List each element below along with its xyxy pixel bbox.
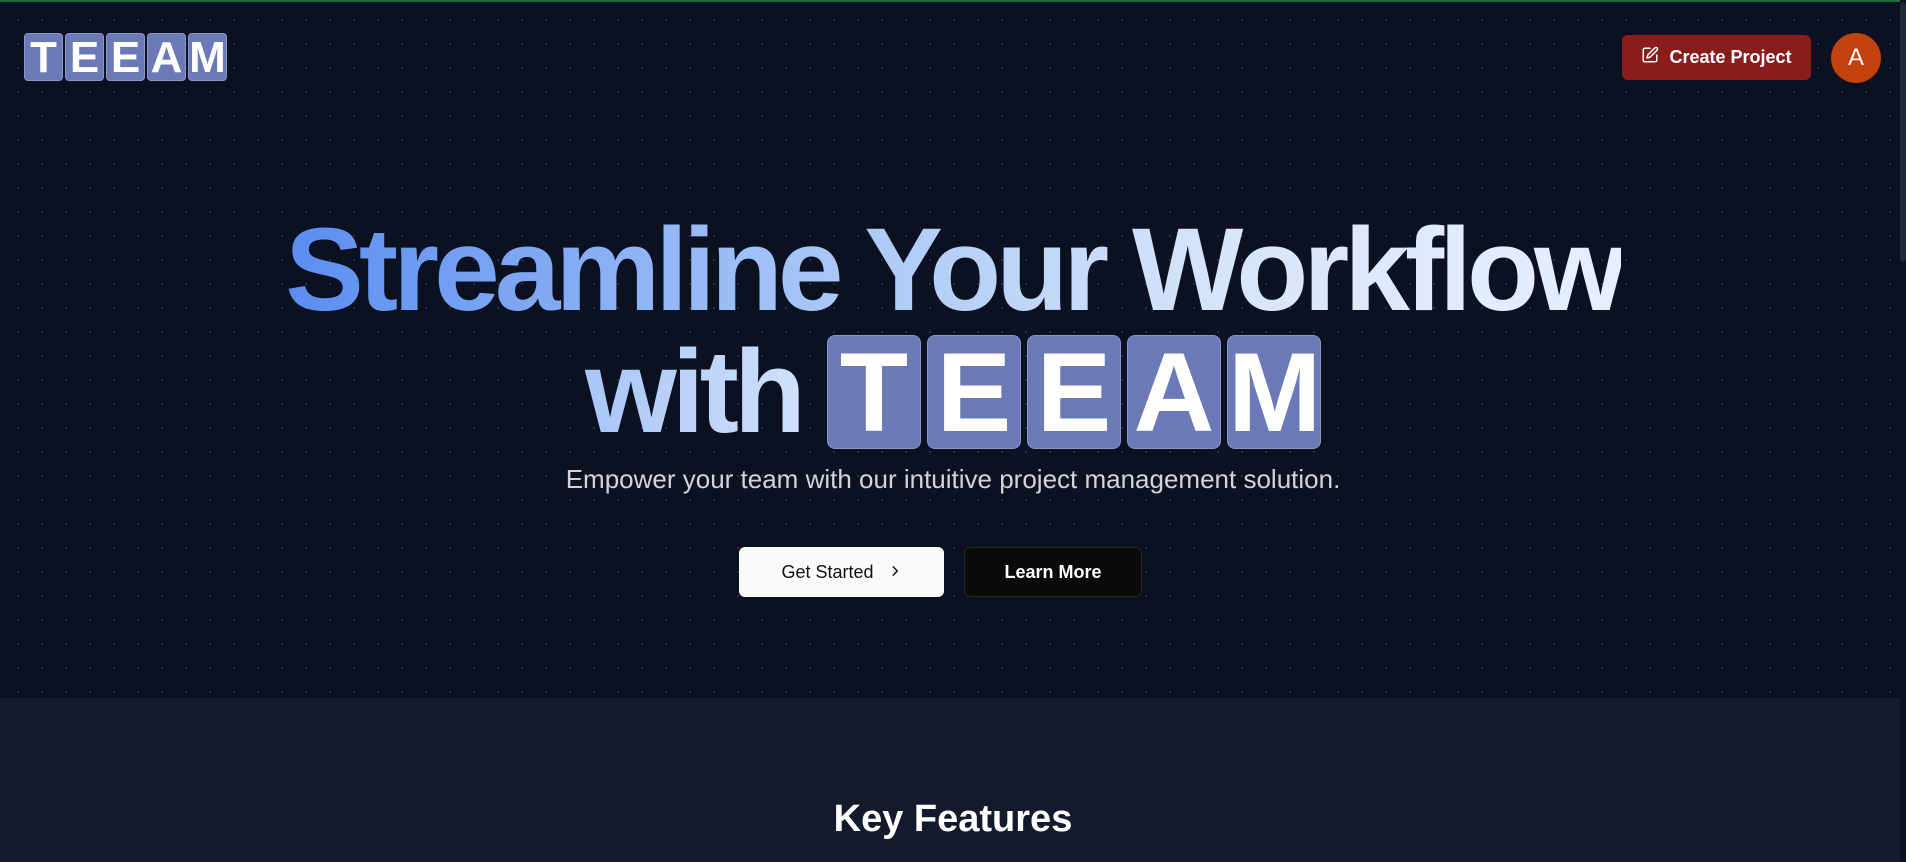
teeam-logo[interactable]: T E E A M xyxy=(24,33,227,82)
brand-tile: M xyxy=(1226,330,1322,455)
brand-tile: E xyxy=(1026,335,1121,450)
scrollbar-thumb[interactable] xyxy=(1900,2,1906,262)
chevron-right-icon xyxy=(888,562,902,583)
create-project-label: Create Project xyxy=(1669,47,1792,67)
brand-tile: A xyxy=(1126,335,1221,450)
edit-icon xyxy=(1641,46,1659,69)
features-title: Key Features xyxy=(833,798,1073,840)
create-project-button[interactable]: Create Project xyxy=(1622,35,1811,80)
get-started-button[interactable]: Get Started xyxy=(739,547,944,597)
brand-tile: E xyxy=(926,335,1021,450)
logo-tile: E xyxy=(106,33,145,82)
headline-with: with xyxy=(585,326,806,458)
brand-tiles: T E E A M xyxy=(826,330,1322,455)
user-avatar[interactable]: A xyxy=(1831,33,1881,83)
logo-tile: A xyxy=(147,33,186,82)
logo-tile: T xyxy=(24,33,63,82)
hero-subtitle: Empower your team with our intuitive pro… xyxy=(565,464,1341,494)
headline-line-1: Streamline Your Workflow xyxy=(285,204,1626,336)
get-started-label: Get Started xyxy=(781,561,874,582)
learn-more-button[interactable]: Learn More xyxy=(964,547,1142,597)
logo-tile: E xyxy=(65,33,104,82)
brand-tile: T xyxy=(826,335,921,450)
headline-line-2: with T E E A M xyxy=(0,326,1906,458)
logo-tile: M xyxy=(188,33,227,82)
hero-headline: Streamline Your Workflow xyxy=(0,210,1906,330)
page-scrollbar[interactable] xyxy=(1900,0,1906,862)
